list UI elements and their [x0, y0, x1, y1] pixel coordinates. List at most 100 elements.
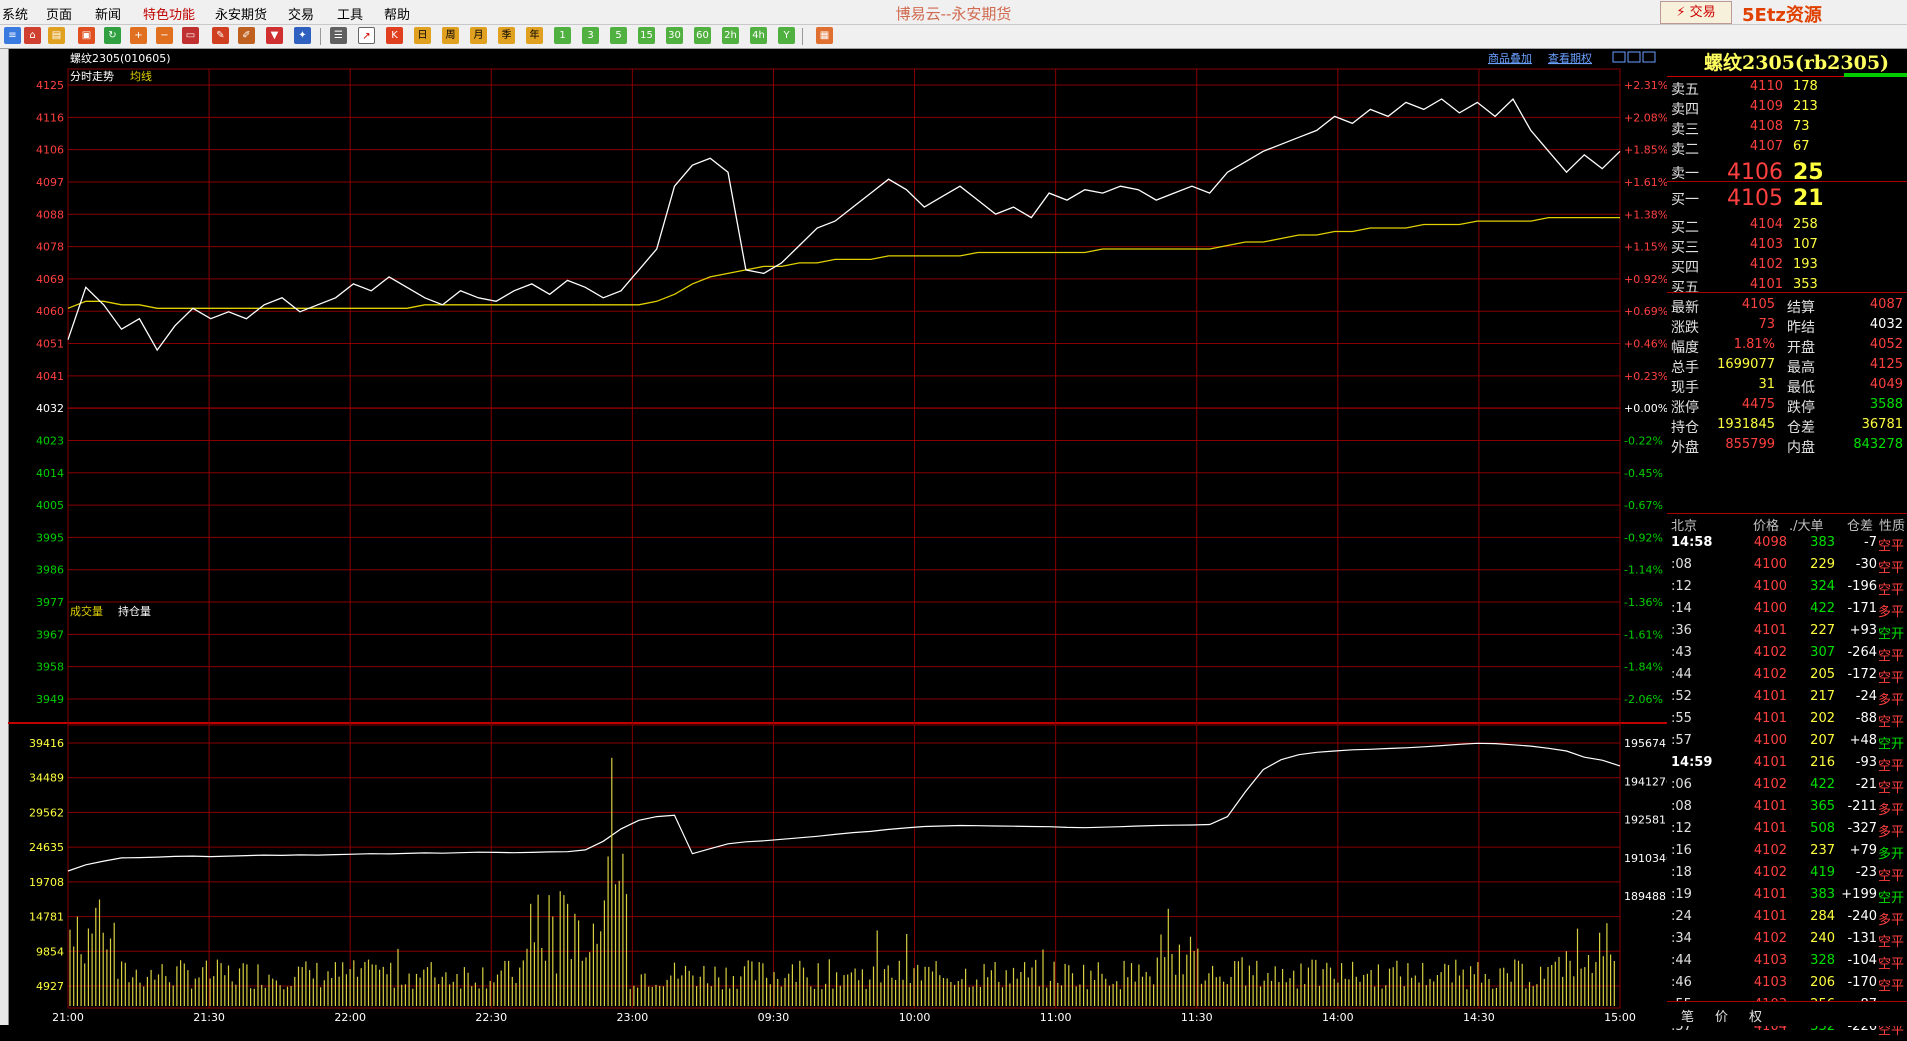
trade-row[interactable]: :44 4103 328 -104 空平	[1667, 953, 1907, 975]
list-icon[interactable]: ☰	[330, 27, 347, 44]
kline-icon[interactable]: K	[386, 27, 403, 44]
price-axis-tick: 4078	[36, 241, 64, 254]
trade-nature: 空平	[1878, 649, 1905, 664]
bid-row[interactable]: 买二 4104 258	[1667, 217, 1907, 237]
period-5m[interactable]: 5	[610, 27, 627, 44]
trade-row[interactable]: 14:58 4098 383 -7 空平	[1667, 535, 1907, 557]
chart-close-icon[interactable]	[1642, 51, 1656, 63]
menu-icon[interactable]: ≡	[4, 27, 21, 44]
trade-row[interactable]: :12 4101 508 -327 多平	[1667, 821, 1907, 843]
trade-row[interactable]: :12 4100 324 -196 空平	[1667, 579, 1907, 601]
period-60m[interactable]: 60	[694, 27, 711, 44]
pct-axis-tick: +0.23%	[1624, 370, 1667, 383]
bid-price: 4101	[1749, 277, 1783, 292]
price-axis-tick: 3967	[36, 628, 64, 641]
menu-trade[interactable]: 交易	[288, 4, 314, 23]
stat-value: 4052	[1869, 337, 1903, 352]
trade-button[interactable]: ⚡ 交易	[1660, 1, 1732, 24]
period-30m[interactable]: 30	[666, 27, 683, 44]
ask-row[interactable]: 卖二 4107 67	[1667, 139, 1907, 159]
ask-volume: 213	[1793, 99, 1818, 114]
trade-row[interactable]: :08 4100 229 -30 空平	[1667, 557, 1907, 579]
trade-row[interactable]: 14:59 4101 216 -93 空平	[1667, 755, 1907, 777]
trade-row[interactable]: :43 4102 307 -264 空平	[1667, 645, 1907, 667]
ask-row[interactable]: 卖五 4110 178	[1667, 79, 1907, 99]
menu-system[interactable]: 系统	[2, 4, 28, 23]
trade-nature: 空平	[1878, 869, 1905, 884]
new-icon[interactable]: ✦	[294, 27, 311, 44]
overlay-commodity-link[interactable]: 商品叠加	[1488, 51, 1532, 65]
trade-row[interactable]: :18 4102 419 -23 空平	[1667, 865, 1907, 887]
filter-icon[interactable]: ▼	[266, 27, 283, 44]
trade-row[interactable]: :14 4100 422 -171 多平	[1667, 601, 1907, 623]
trade-volume: 206	[1810, 975, 1835, 990]
menu-help[interactable]: 帮助	[384, 4, 410, 23]
trade-nature: 空开	[1878, 737, 1905, 752]
zoom-in-icon[interactable]: +	[130, 27, 147, 44]
intraday-chart[interactable]: 4125 +2.31% 4116 +2.08% 4106 +1.85% 4097 +1.61%…	[8, 49, 1667, 1025]
time-axis-tick: 21:00	[52, 1011, 84, 1024]
trade-row[interactable]: :24 4101 284 -240 多平	[1667, 909, 1907, 931]
price-axis-tick: 4088	[36, 208, 64, 221]
trade-row[interactable]: :19 4101 383 +199 空开	[1667, 887, 1907, 909]
period-15m[interactable]: 15	[638, 27, 655, 44]
chart-maximize-icon[interactable]	[1627, 51, 1641, 63]
period-day[interactable]: 日	[414, 27, 431, 44]
trade-row[interactable]: :46 4103 206 -170 空平	[1667, 975, 1907, 997]
news-icon[interactable]: ▣	[78, 27, 95, 44]
period-quarter[interactable]: 季	[498, 27, 515, 44]
trade-nature: 空平	[1878, 583, 1905, 598]
zoom-out-icon[interactable]: −	[156, 27, 173, 44]
bid-row[interactable]: 买一 4105 21	[1667, 186, 1907, 211]
pen-icon[interactable]: ✎	[212, 27, 229, 44]
period-year[interactable]: 年	[526, 27, 543, 44]
trade-row[interactable]: :34 4102 240 -131 空平	[1667, 931, 1907, 953]
bid-volume: 353	[1793, 277, 1818, 292]
tab-ticks[interactable]: 笔	[1681, 1006, 1694, 1025]
price-axis-tick: 4125	[36, 79, 64, 92]
tab-rights[interactable]: 权	[1749, 1006, 1762, 1025]
trade-volume: 328	[1810, 953, 1835, 968]
trade-row[interactable]: :36 4101 227 +93 空开	[1667, 623, 1907, 645]
home-icon[interactable]: ⌂	[24, 27, 41, 44]
trade-time: :46	[1671, 975, 1692, 990]
ask-row[interactable]: 卖四 4109 213	[1667, 99, 1907, 119]
window-icon[interactable]: ▭	[182, 27, 199, 44]
bid-row[interactable]: 买五 4101 353	[1667, 277, 1907, 297]
timeshare-icon[interactable]: ↗	[358, 27, 375, 44]
stat-value: 1931845	[1717, 417, 1775, 432]
trade-price: 4098	[1753, 535, 1787, 550]
brush-icon[interactable]: ✐	[238, 27, 255, 44]
period-custom[interactable]: Y	[778, 27, 795, 44]
refresh-icon[interactable]: ↻	[104, 27, 121, 44]
menu-features[interactable]: 特色功能	[143, 4, 195, 23]
bid-row[interactable]: 买三 4103 107	[1667, 237, 1907, 257]
trade-row[interactable]: :16 4102 237 +79 多开	[1667, 843, 1907, 865]
menu-news[interactable]: 新闻	[95, 4, 121, 23]
period-4h[interactable]: 4h	[750, 27, 767, 44]
bid-row[interactable]: 买四 4102 193	[1667, 257, 1907, 277]
trade-row[interactable]: :55 4101 202 -88 空平	[1667, 711, 1907, 733]
tab-price[interactable]: 价	[1715, 1006, 1728, 1025]
time-axis-tick: 11:00	[1040, 1011, 1072, 1024]
menu-yongan[interactable]: 永安期货	[215, 4, 267, 23]
trade-row[interactable]: :44 4102 205 -172 空平	[1667, 667, 1907, 689]
period-week[interactable]: 周	[442, 27, 459, 44]
period-2h[interactable]: 2h	[722, 27, 739, 44]
period-1m[interactable]: 1	[554, 27, 571, 44]
trade-row[interactable]: :52 4101 217 -24 多平	[1667, 689, 1907, 711]
trade-row[interactable]: :57 4100 207 +48 空开	[1667, 733, 1907, 755]
ask-label: 卖五	[1671, 82, 1699, 98]
calculator-icon[interactable]: ▦	[816, 27, 833, 44]
folder-icon[interactable]: ▤	[48, 27, 65, 44]
period-month[interactable]: 月	[470, 27, 487, 44]
trade-row[interactable]: :06 4102 422 -21 空平	[1667, 777, 1907, 799]
period-3m[interactable]: 3	[582, 27, 599, 44]
view-options-link[interactable]: 查看期权	[1548, 51, 1592, 65]
menu-page[interactable]: 页面	[46, 4, 72, 23]
ask-row[interactable]: 卖一 4106 25	[1667, 160, 1907, 185]
chart-restore-icon[interactable]	[1612, 51, 1626, 63]
ask-row[interactable]: 卖三 4108 73	[1667, 119, 1907, 139]
trade-row[interactable]: :08 4101 365 -211 多平	[1667, 799, 1907, 821]
menu-tools[interactable]: 工具	[337, 4, 363, 23]
